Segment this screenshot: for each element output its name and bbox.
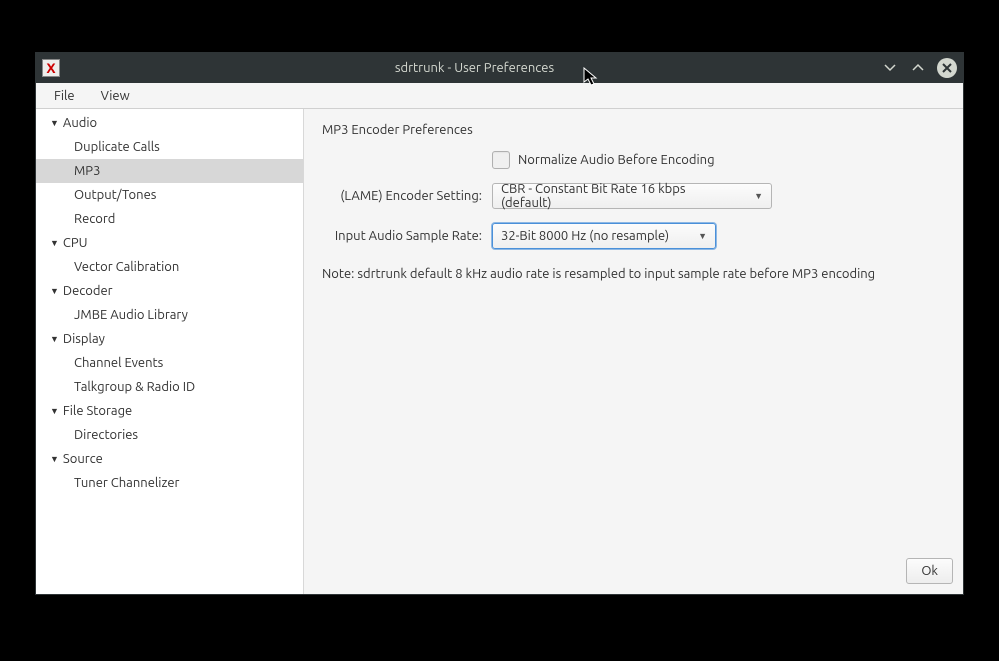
sidebar-item-channel-events[interactable]: Channel Events: [36, 351, 303, 375]
chevron-down-icon: ▼: [754, 191, 763, 201]
tree-item-label: Directories: [74, 428, 138, 442]
section-title: MP3 Encoder Preferences: [322, 123, 945, 137]
sidebar-item-directories[interactable]: Directories: [36, 423, 303, 447]
encoder-value: CBR - Constant Bit Rate 16 kbps (default…: [501, 182, 736, 210]
tree-category-display[interactable]: ▼ Display: [36, 327, 303, 351]
chevron-down-icon: ▼: [698, 231, 707, 241]
menu-file[interactable]: File: [50, 87, 79, 105]
caret-down-icon: ▼: [50, 454, 59, 464]
menubar: File View: [36, 83, 963, 109]
caret-down-icon: ▼: [50, 334, 59, 344]
tree-item-label: JMBE Audio Library: [74, 308, 188, 322]
chevron-up-icon: [911, 61, 925, 75]
tree-category-label: Source: [63, 452, 103, 466]
sidebar-item-record[interactable]: Record: [36, 207, 303, 231]
maximize-button[interactable]: [909, 59, 927, 77]
button-bar: Ok: [906, 558, 953, 584]
tree-category-decoder[interactable]: ▼ Decoder: [36, 279, 303, 303]
encoder-setting-dropdown[interactable]: CBR - Constant Bit Rate 16 kbps (default…: [492, 183, 772, 209]
window-title: sdrtrunk - User Preferences: [68, 61, 881, 75]
tree-category-file-storage[interactable]: ▼ File Storage: [36, 399, 303, 423]
tree-category-cpu[interactable]: ▼ CPU: [36, 231, 303, 255]
tree-item-label: Output/Tones: [74, 188, 156, 202]
sidebar-item-jmbe-audio-library[interactable]: JMBE Audio Library: [36, 303, 303, 327]
main-panel: MP3 Encoder Preferences Normalize Audio …: [304, 109, 963, 594]
titlebar: X sdrtrunk - User Preferences: [36, 53, 963, 83]
sample-rate-row: Input Audio Sample Rate: 32-Bit 8000 Hz …: [322, 223, 945, 249]
sidebar-item-duplicate-calls[interactable]: Duplicate Calls: [36, 135, 303, 159]
sample-rate-label: Input Audio Sample Rate:: [322, 229, 492, 243]
caret-down-icon: ▼: [50, 406, 59, 416]
sample-rate-dropdown[interactable]: 32-Bit 8000 Hz (no resample) ▼: [492, 223, 716, 249]
app-icon: X: [42, 59, 60, 77]
encoder-label: (LAME) Encoder Setting:: [322, 189, 492, 203]
ok-button-label: Ok: [921, 564, 938, 578]
minimize-button[interactable]: [881, 59, 899, 77]
resample-note: Note: sdrtrunk default 8 kHz audio rate …: [322, 267, 945, 281]
normalize-checkbox[interactable]: [492, 151, 510, 169]
preferences-window: X sdrtrunk - User Preferences File View …: [35, 52, 964, 595]
tree-category-label: Display: [63, 332, 105, 346]
tree-category-source[interactable]: ▼ Source: [36, 447, 303, 471]
sample-rate-value: 32-Bit 8000 Hz (no resample): [501, 229, 680, 243]
ok-button[interactable]: Ok: [906, 558, 953, 584]
caret-down-icon: ▼: [50, 238, 59, 248]
close-icon: [942, 63, 952, 73]
caret-down-icon: ▼: [50, 118, 59, 128]
tree-item-label: Record: [74, 212, 115, 226]
normalize-row: Normalize Audio Before Encoding: [322, 151, 945, 169]
content-area: ▼ Audio Duplicate Calls MP3 Output/Tones…: [36, 109, 963, 594]
tree-item-label: Duplicate Calls: [74, 140, 160, 154]
menu-view[interactable]: View: [97, 87, 134, 105]
sidebar: ▼ Audio Duplicate Calls MP3 Output/Tones…: [36, 109, 304, 594]
sidebar-item-talkgroup-radio-id[interactable]: Talkgroup & Radio ID: [36, 375, 303, 399]
sidebar-item-tuner-channelizer[interactable]: Tuner Channelizer: [36, 471, 303, 495]
sidebar-item-vector-calibration[interactable]: Vector Calibration: [36, 255, 303, 279]
tree-item-label: MP3: [74, 164, 100, 178]
tree-item-label: Channel Events: [74, 356, 163, 370]
tree-item-label: Tuner Channelizer: [74, 476, 179, 490]
close-button[interactable]: [937, 58, 957, 78]
encoder-row: (LAME) Encoder Setting: CBR - Constant B…: [322, 183, 945, 209]
tree-category-label: CPU: [63, 236, 88, 250]
caret-down-icon: ▼: [50, 286, 59, 296]
sidebar-item-output-tones[interactable]: Output/Tones: [36, 183, 303, 207]
normalize-label: Normalize Audio Before Encoding: [518, 153, 715, 167]
chevron-down-icon: [883, 61, 897, 75]
tree-item-label: Talkgroup & Radio ID: [74, 380, 195, 394]
tree-category-audio[interactable]: ▼ Audio: [36, 111, 303, 135]
tree-category-label: File Storage: [63, 404, 132, 418]
tree-category-label: Audio: [63, 116, 97, 130]
tree-category-label: Decoder: [63, 284, 113, 298]
tree-item-label: Vector Calibration: [74, 260, 179, 274]
sidebar-item-mp3[interactable]: MP3: [36, 159, 303, 183]
window-controls: [881, 58, 957, 78]
